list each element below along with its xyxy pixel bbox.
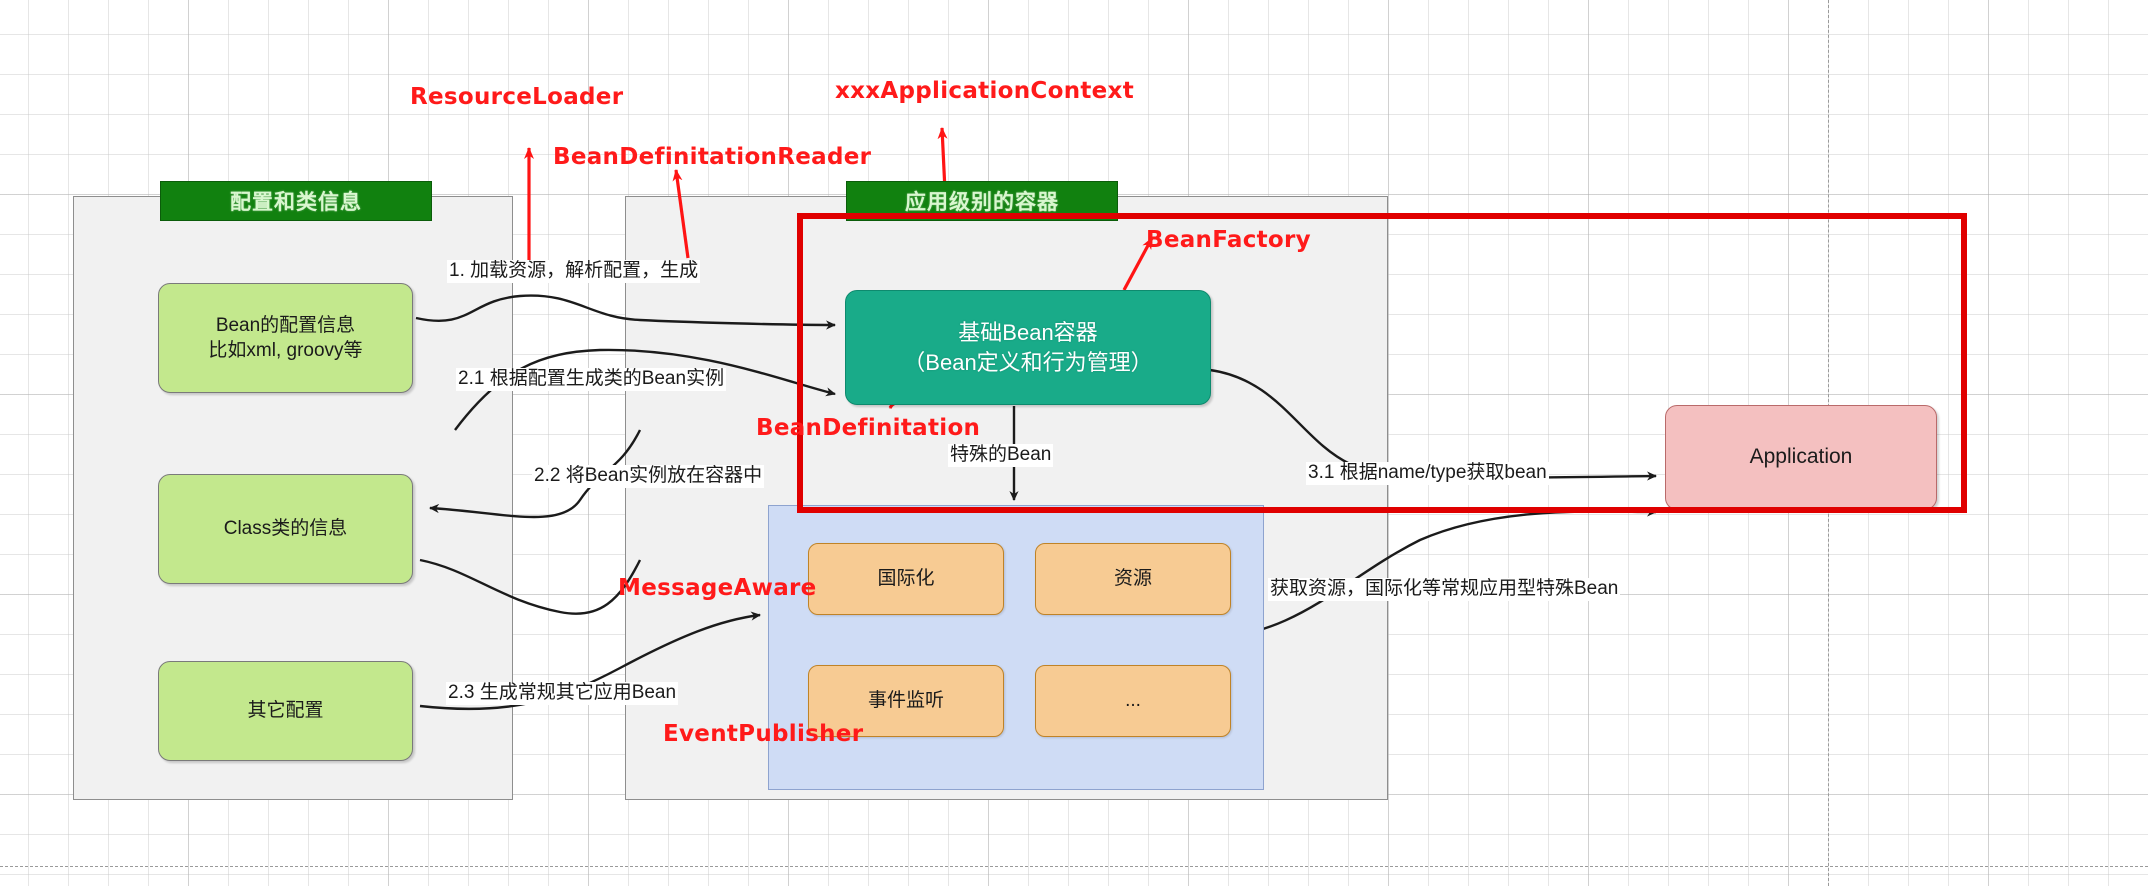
node-bean-config-line1: Bean的配置信息 [215, 314, 356, 336]
node-resource-label: 资源 [1113, 568, 1152, 590]
swimlane-title-config: 配置和类信息 [160, 181, 432, 221]
annotation-bean-definitation: BeanDefinitation [756, 415, 981, 441]
edge-label-get-resource: 获取资源，国际化等常规应用型特殊Bean [1268, 578, 1621, 601]
node-bean-config-line2: 比如xml, groovy等 [208, 340, 363, 361]
node-ellipsis[interactable]: ... [1035, 665, 1231, 737]
node-other-config[interactable]: 其它配置 [158, 661, 413, 761]
node-resource[interactable]: 资源 [1035, 543, 1231, 615]
annotation-resource-loader: ResourceLoader [410, 84, 624, 110]
swimlane-title-config-label: 配置和类信息 [230, 191, 362, 214]
node-class-info[interactable]: Class类的信息 [158, 474, 413, 584]
node-other-config-label: 其它配置 [247, 700, 324, 722]
node-bean-config[interactable]: Bean的配置信息 比如xml, groovy等 [158, 283, 413, 393]
edge-label-step22: 2.2 将Bean实例放在容器中 [532, 465, 765, 488]
node-i18n-label: 国际化 [877, 568, 935, 590]
node-ellipsis-label: ... [1125, 690, 1141, 712]
annotation-bean-factory: BeanFactory [1146, 227, 1311, 253]
node-i18n[interactable]: 国际化 [808, 543, 1004, 615]
edge-label-special-bean: 特殊的Bean [948, 444, 1054, 467]
annotation-message-aware: MessageAware [618, 575, 817, 601]
node-class-info-label: Class类的信息 [223, 518, 348, 540]
beanfactory-highlight-bottom [797, 370, 1967, 513]
diagram-canvas: 配置和类信息 应用级别的容器 Bean的配置信息 比如xml, groovy等 … [0, 0, 2148, 886]
edge-label-step23: 2.3 生成常规其它应用Bean [446, 682, 679, 705]
annotation-event-publisher: EventPublisher [663, 721, 864, 747]
annotation-bean-definition-reader: BeanDefinitationReader [553, 144, 872, 170]
page-break-horizontal [0, 866, 2148, 867]
edge-label-step21: 2.1 根据配置生成类的Bean实例 [456, 368, 727, 391]
swimlane-title-app-container-label: 应用级别的容器 [905, 191, 1059, 214]
annotation-xxx-application-context: xxxApplicationContext [835, 78, 1134, 104]
node-event-listener-label: 事件监听 [867, 690, 944, 712]
edge-label-step1: 1. 加载资源，解析配置，生成 [447, 260, 701, 283]
edge-label-step31: 3.1 根据name/type获取bean [1306, 462, 1549, 485]
beanfactory-highlight-top [797, 213, 1967, 370]
